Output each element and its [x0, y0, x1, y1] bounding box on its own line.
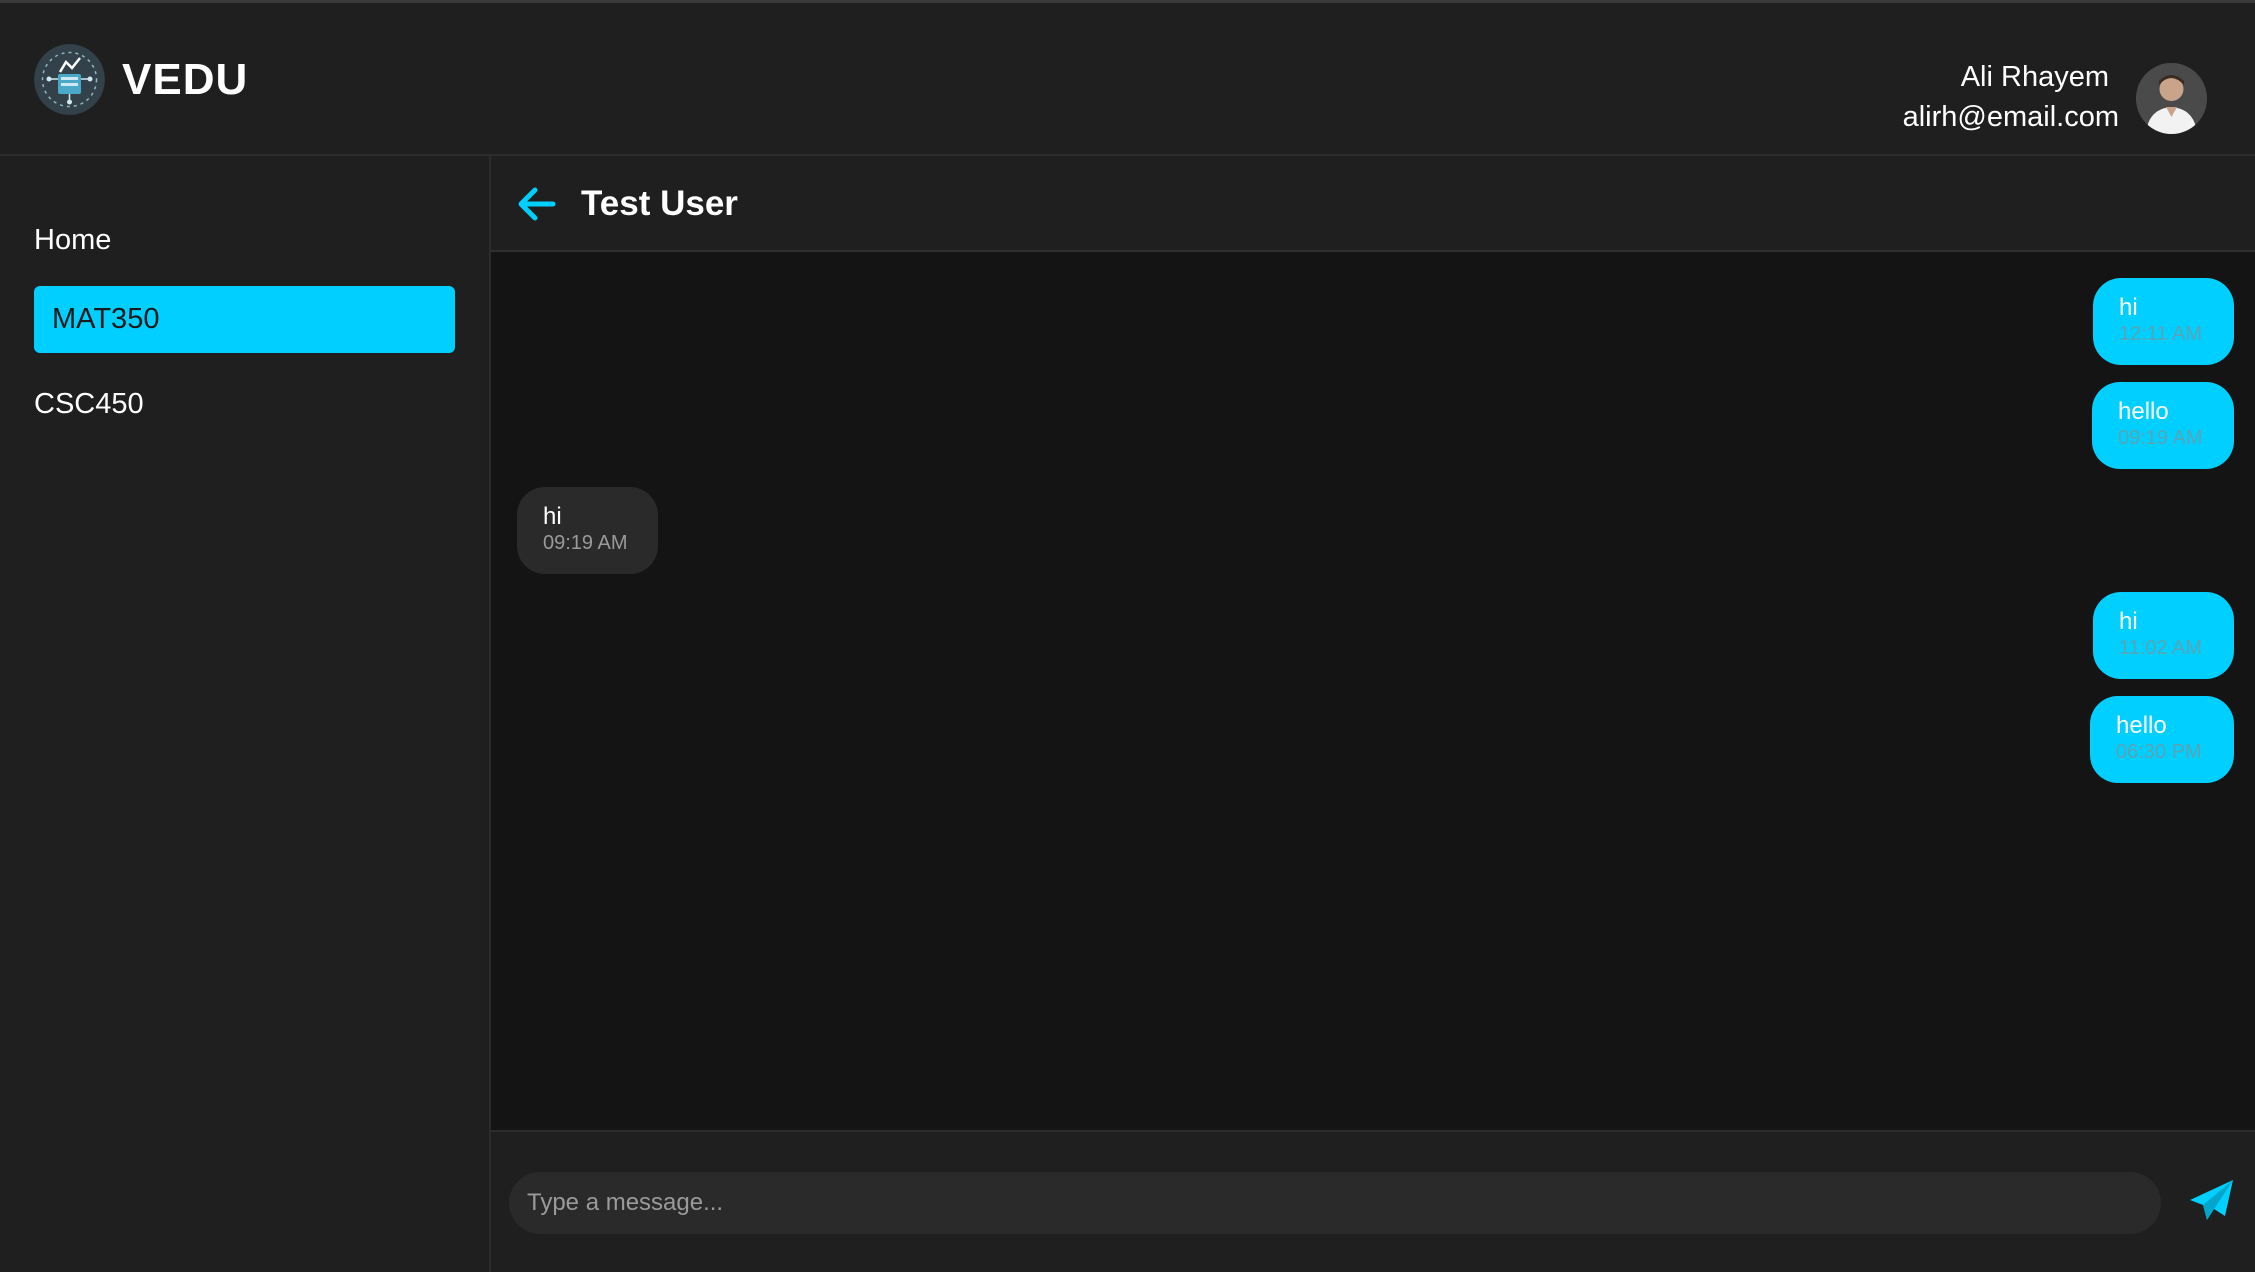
send-icon[interactable]: [2187, 1176, 2237, 1226]
vedu-logo-icon[interactable]: [34, 44, 105, 115]
user-email: alirh@email.com: [1902, 101, 2119, 133]
back-arrow-icon[interactable]: [515, 184, 557, 224]
message-bubble-sent: hello 09:19 AM: [2092, 382, 2234, 469]
message-list: hi 12:11 AM hello 09:19 AM hi 09:19 AM h…: [491, 252, 2255, 1130]
message-time: 11:02 AM: [2119, 637, 2203, 659]
message-text: hi: [543, 503, 562, 530]
message-composer: [491, 1130, 2255, 1272]
brand-name: VEDU: [122, 55, 249, 104]
message-text: hello: [2118, 398, 2169, 425]
message-time: 09:19 AM: [2118, 427, 2203, 449]
user-avatar[interactable]: [2136, 63, 2207, 134]
message-bubble-sent: hi 11:02 AM: [2093, 592, 2234, 679]
message-bubble-received: hi 09:19 AM: [517, 487, 658, 574]
chat-contact-name: Test User: [581, 184, 738, 223]
sidebar-item-home[interactable]: Home: [34, 207, 455, 274]
chat-header: Test User: [491, 156, 2255, 252]
message-text: hi: [2119, 294, 2138, 321]
user-name: Ali Rhayem: [1960, 61, 2109, 93]
message-time: 12:11 AM: [2119, 323, 2203, 345]
app-window: VEDU Ali Rhayem alirh@email.com Home MAT…: [0, 0, 2255, 1272]
message-time: 06:30 PM: [2116, 741, 2202, 763]
message-input[interactable]: [509, 1172, 2161, 1234]
message-text: hi: [2119, 608, 2138, 635]
message-bubble-sent: hello 06:30 PM: [2090, 696, 2234, 783]
sidebar: Home MAT350 CSC450: [0, 156, 491, 1272]
top-header: VEDU Ali Rhayem alirh@email.com: [0, 3, 2255, 156]
sidebar-item-csc450[interactable]: CSC450: [34, 371, 455, 438]
sidebar-item-mat350[interactable]: MAT350: [34, 286, 455, 353]
message-bubble-sent: hi 12:11 AM: [2093, 278, 2234, 365]
message-time: 09:19 AM: [543, 532, 628, 554]
message-text: hello: [2116, 712, 2167, 739]
